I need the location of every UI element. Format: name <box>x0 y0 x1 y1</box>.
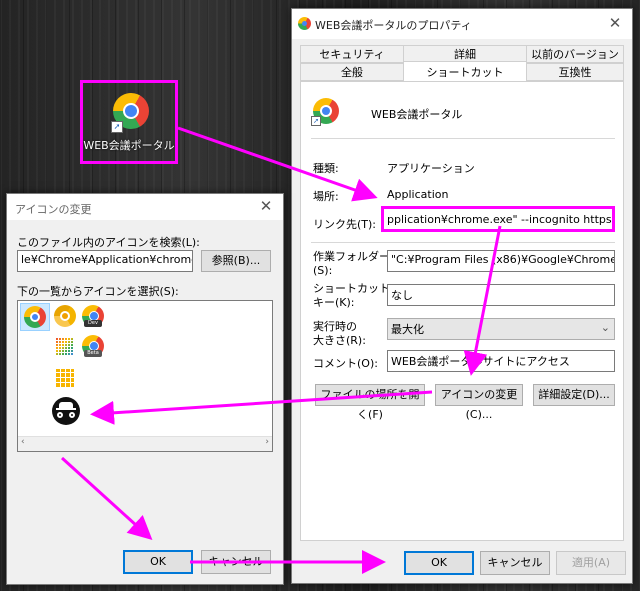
arrow-shortcut-to-target <box>177 126 378 202</box>
annotation-arrows <box>60 126 502 574</box>
arrow-incognito-to-ok <box>60 456 153 541</box>
annotation-overlay <box>60 126 502 574</box>
arrow-target-to-change-icon <box>463 225 502 376</box>
arrow-change-icon-to-incognito <box>90 390 433 425</box>
